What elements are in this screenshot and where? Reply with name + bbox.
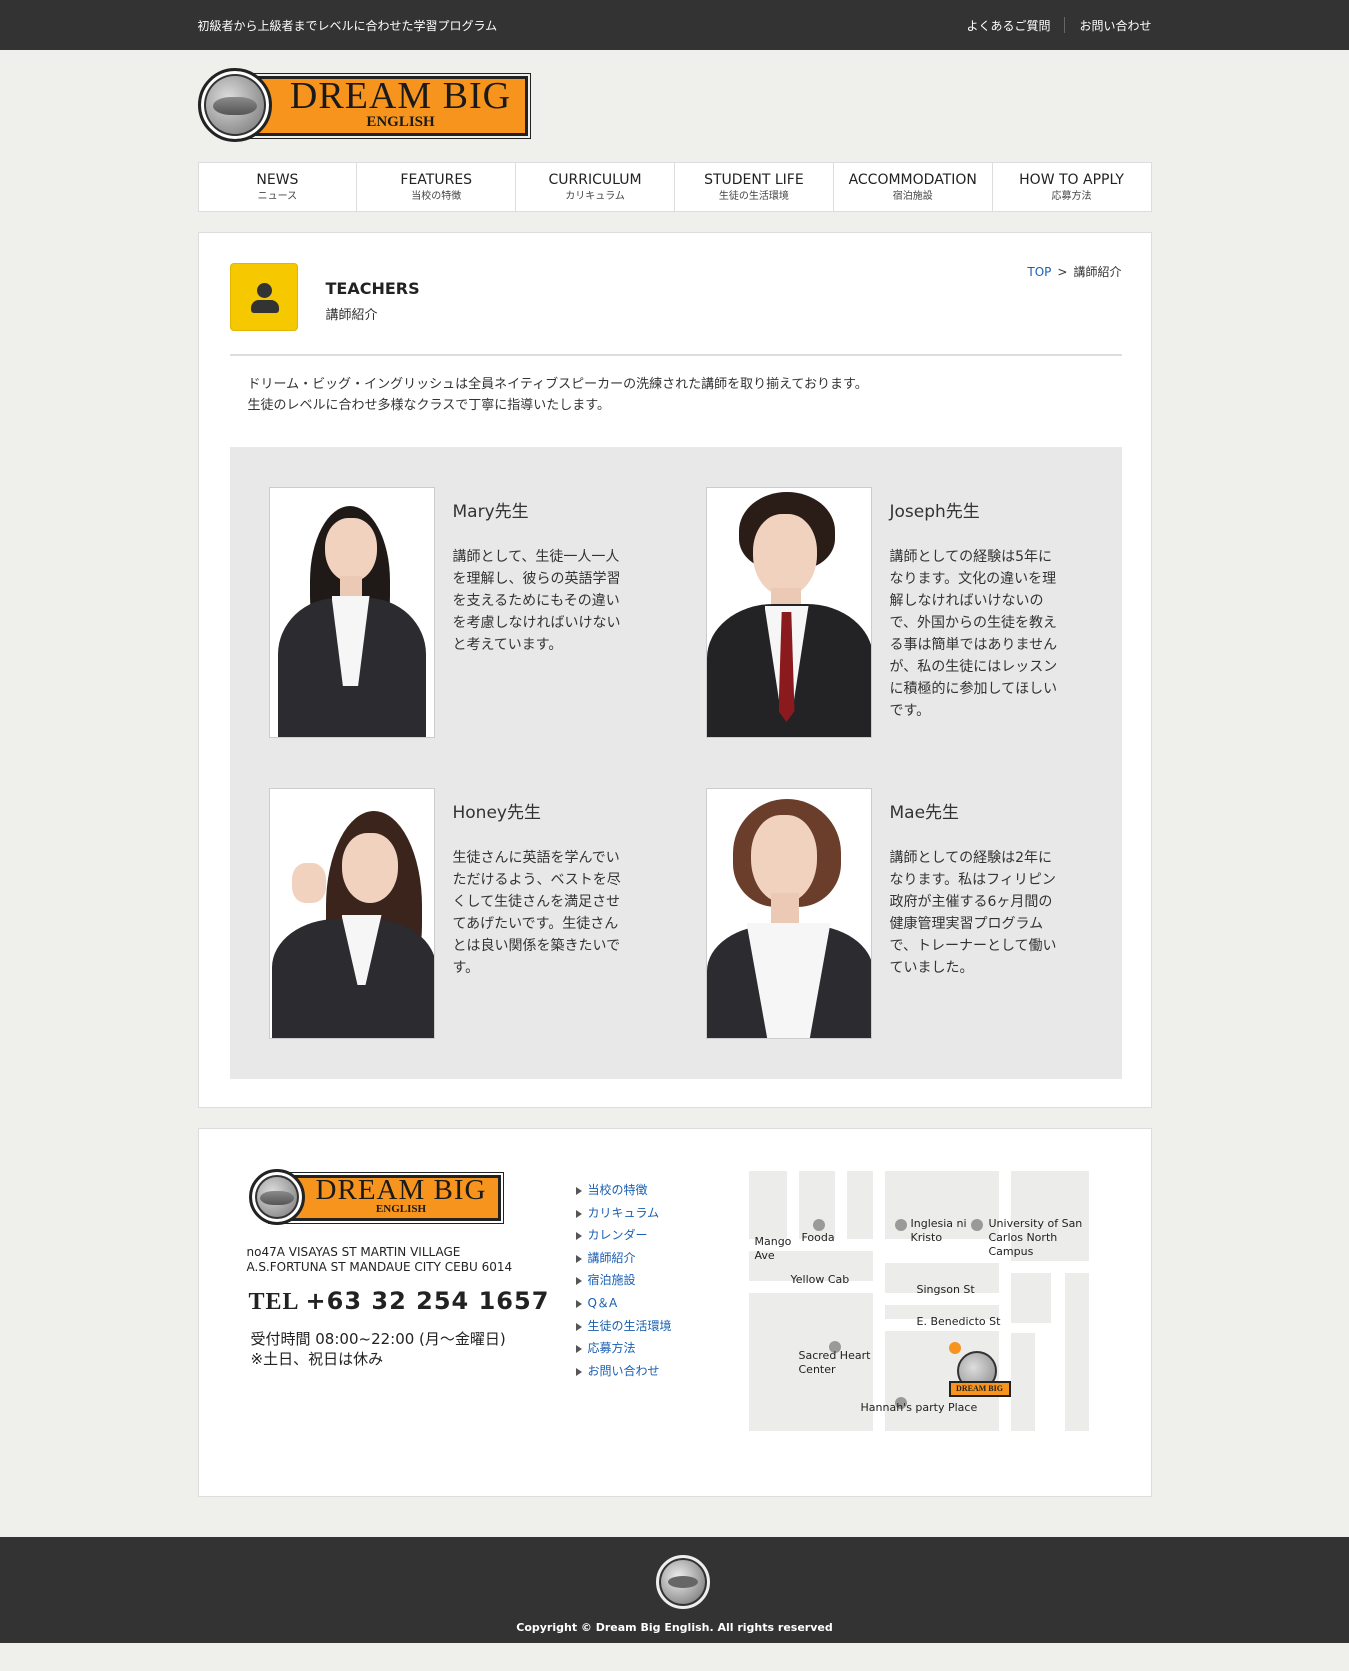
logo-seal-icon bbox=[197, 68, 272, 142]
map-label: Sacred Heart Center bbox=[798, 1349, 871, 1376]
footer-link-accommodation[interactable]: 宿泊施設 bbox=[575, 1269, 672, 1292]
tagline: 初級者から上級者までレベルに合わせた学習プログラム bbox=[197, 18, 498, 33]
teacher-card: Joseph先生 講師としての経験は5年に なります。文化の違いを理 解しなければい… bbox=[705, 487, 1083, 738]
footer-links: 当校の特徴 カリキュラム カレンダー 講師紹介 宿泊施設 Q＆A 生徒の生活環境… bbox=[575, 1179, 672, 1383]
page-title: TEACHERS bbox=[325, 279, 420, 298]
nav-sublabel: 宿泊施設 bbox=[892, 190, 933, 202]
nav-label: ACCOMMODATION bbox=[848, 171, 977, 188]
nav-sublabel: カリキュラム bbox=[565, 190, 625, 202]
breadcrumb-top-link[interactable]: TOP bbox=[1027, 265, 1051, 279]
nav-accommodation[interactable]: ACCOMMODATION 宿泊施設 bbox=[834, 163, 993, 211]
phone-number: TEL +63 32 254 1657 bbox=[249, 1287, 550, 1316]
nav-label: STUDENT LIFE bbox=[704, 171, 804, 188]
teacher-description: 講師としての経験は2年に なります。私はフィリピン 政府が主催する6ヶ月間の 健康管理… bbox=[889, 850, 1057, 976]
map-label: Hannah's party Place bbox=[860, 1401, 978, 1414]
map-label: Yellow Cab bbox=[790, 1273, 850, 1286]
teachers-card: TEACHERS 講師紹介 TOP > 講師紹介 ドリーム・ビッグ・イングリッシュは… bbox=[197, 232, 1152, 1108]
footer-info-card: DREAM BIG ENGLISH no47A VISAYAS ST MARTI… bbox=[197, 1128, 1152, 1497]
copyright: Copyright © Dream Big English. All right… bbox=[516, 1621, 833, 1634]
logo-sub: ENGLISH bbox=[375, 1203, 427, 1215]
teacher-name: Joseph先生 bbox=[889, 502, 980, 522]
footer-link-how-to-apply[interactable]: 応募方法 bbox=[575, 1337, 672, 1360]
map-marker-icon bbox=[812, 1219, 825, 1231]
teacher-description: 講師として、生徒一人一人 を理解し、彼らの英語学習 を支えるためにもその違い を考慮し… bbox=[452, 549, 621, 653]
breadcrumb-separator: > bbox=[1057, 265, 1068, 279]
footer-link-curriculum[interactable]: カリキュラム bbox=[575, 1202, 672, 1225]
top-bar: 初級者から上級者までレベルに合わせた学習プログラム よくあるご質問 お問い合わせ bbox=[0, 0, 1349, 50]
person-icon bbox=[229, 263, 298, 331]
teacher-photo bbox=[268, 487, 435, 738]
nav-sublabel: 当校の特徴 bbox=[411, 190, 462, 202]
nav-features[interactable]: FEATURES 当校の特徴 bbox=[357, 163, 517, 211]
breadcrumb: TOP > 講師紹介 bbox=[1027, 263, 1121, 280]
logo-name: DREAM BIG bbox=[289, 75, 512, 117]
footer-seal-icon bbox=[656, 1555, 710, 1609]
teacher-name: Mae先生 bbox=[889, 803, 960, 823]
intro-line: 生徒のレベルに合わせ多様なクラスで丁寧に指導いたします。 bbox=[247, 398, 610, 413]
nav-label: CURRICULUM bbox=[548, 171, 642, 188]
nav-how-to-apply[interactable]: HOW TO APPLY 応募方法 bbox=[993, 163, 1151, 211]
map-label: E. Benedicto St bbox=[916, 1315, 1001, 1328]
footer-link-calendar[interactable]: カレンダー bbox=[575, 1224, 672, 1247]
nav-sublabel: 応募方法 bbox=[1051, 190, 1092, 202]
map-label: Inglesia ni Kristo bbox=[910, 1217, 967, 1244]
footer-link-qa[interactable]: Q＆A bbox=[575, 1292, 672, 1315]
teacher-card: Honey先生 生徒さんに英語を学んでい ただけるよう、ベストを尽 くして生徒さんを… bbox=[268, 788, 646, 1039]
nav-sublabel: ニュース bbox=[257, 190, 298, 202]
faq-link[interactable]: よくあるご質問 bbox=[952, 17, 1064, 34]
teacher-photo bbox=[705, 487, 872, 738]
map-label: Singson St bbox=[916, 1283, 975, 1296]
nav-news[interactable]: NEWS ニュース bbox=[199, 163, 358, 211]
page-header: TEACHERS 講師紹介 TOP > 講師紹介 bbox=[229, 263, 1122, 356]
logo-seal-icon bbox=[248, 1169, 305, 1225]
teacher-grid: Mary先生 講師として、生徒一人一人 を理解し、彼らの英語学習 を支えるためにもそ… bbox=[229, 447, 1122, 1079]
site-footer: Copyright © Dream Big English. All right… bbox=[0, 1537, 1349, 1643]
contact-link[interactable]: お問い合わせ bbox=[1065, 17, 1151, 34]
map-label: University of San Carlos North Campus bbox=[988, 1217, 1083, 1258]
address: no47A VISAYAS ST MARTIN VILLAGE A.S.FORT… bbox=[246, 1245, 513, 1274]
footer-logo[interactable]: DREAM BIG ENGLISH bbox=[248, 1169, 504, 1227]
logo-sub: ENGLISH bbox=[366, 114, 435, 130]
teacher-name: Mary先生 bbox=[452, 502, 529, 522]
nav-sublabel: 生徒の生活環境 bbox=[718, 190, 789, 202]
breadcrumb-current: 講師紹介 bbox=[1073, 265, 1122, 279]
location-map: Mango Ave Fooda Inglesia ni Kristo Unive… bbox=[748, 1171, 1089, 1431]
intro-text: ドリーム・ビッグ・イングリッシュは全員ネイティブスピーカーの洗練された講師を取り… bbox=[230, 356, 1122, 447]
site-logo[interactable]: DREAM BIG ENGLISH bbox=[197, 68, 531, 142]
teacher-description: 講師としての経験は5年に なります。文化の違いを理 解しなければいけないの で、外国か… bbox=[889, 549, 1058, 719]
teacher-card: Mary先生 講師として、生徒一人一人 を理解し、彼らの英語学習 を支えるためにもそ… bbox=[268, 487, 646, 738]
nav-label: HOW TO APPLY bbox=[1019, 171, 1124, 188]
top-links: よくあるご質問 お問い合わせ bbox=[952, 17, 1152, 34]
teacher-photo bbox=[705, 788, 872, 1039]
nav-label: FEATURES bbox=[400, 171, 473, 188]
nav-student-life[interactable]: STUDENT LIFE 生徒の生活環境 bbox=[675, 163, 834, 211]
map-label: Fooda bbox=[801, 1231, 835, 1244]
map-label: Mango Ave bbox=[754, 1235, 792, 1262]
nav-curriculum[interactable]: CURRICULUM カリキュラム bbox=[516, 163, 675, 211]
page-subtitle: 講師紹介 bbox=[325, 308, 378, 323]
business-hours: 受付時間 08:00~22:00 (月～金曜日) ※土日、祝日は休み bbox=[250, 1330, 506, 1368]
footer-link-teachers[interactable]: 講師紹介 bbox=[575, 1247, 672, 1270]
intro-line: ドリーム・ビッグ・イングリッシュは全員ネイティブスピーカーの洗練された講師を取り… bbox=[247, 377, 868, 392]
map-marker-icon bbox=[894, 1219, 907, 1231]
footer-link-contact[interactable]: お問い合わせ bbox=[575, 1360, 672, 1383]
teacher-description: 生徒さんに英語を学んでい ただけるよう、ベストを尽 くして生徒さんを満足させ てあげた… bbox=[452, 850, 621, 976]
tel-label: TEL bbox=[248, 1289, 300, 1315]
nav-label: NEWS bbox=[256, 171, 299, 188]
footer-link-student-life[interactable]: 生徒の生活環境 bbox=[575, 1315, 672, 1338]
tel-value: +63 32 254 1657 bbox=[305, 1287, 550, 1315]
logo-name: DREAM BIG bbox=[315, 1174, 487, 1206]
map-school-logo: DREAM BIG bbox=[948, 1351, 1011, 1403]
teacher-photo bbox=[268, 788, 435, 1039]
teacher-name: Honey先生 bbox=[452, 803, 541, 823]
teacher-card: Mae先生 講師としての経験は2年に なります。私はフィリピン 政府が主催する6ヶ月… bbox=[705, 788, 1083, 1039]
main-nav: NEWS ニュース FEATURES 当校の特徴 CURRICULUM カリキュ… bbox=[197, 162, 1152, 212]
footer-link-features[interactable]: 当校の特徴 bbox=[575, 1179, 672, 1202]
